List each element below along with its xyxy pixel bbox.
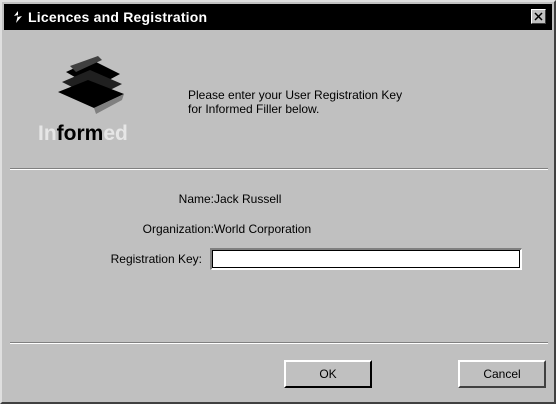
name-value: Jack Russell — [214, 192, 282, 206]
cancel-button[interactable]: Cancel — [458, 360, 546, 388]
title-bar[interactable]: Licences and Registration — [4, 4, 552, 30]
document-stack-icon — [58, 56, 124, 114]
informed-logo: Informed — [36, 52, 146, 152]
window-title: Licences and Registration — [28, 9, 208, 25]
logo-wordmark: Informed — [38, 122, 128, 145]
registration-dialog: Licences and Registration Informed Pleas… — [0, 0, 556, 404]
name-label: Name: — [178, 192, 214, 206]
registration-key-label: Registration Key: — [110, 252, 202, 266]
divider-bottom — [10, 342, 548, 344]
intro-line-2: for Informed Filler below. — [188, 102, 320, 116]
ok-button[interactable]: OK — [284, 360, 372, 388]
intro-line-1: Please enter your User Registration Key — [188, 88, 403, 102]
app-icon — [12, 10, 24, 24]
close-button[interactable] — [531, 9, 546, 24]
organization-value: World Corporation — [214, 222, 312, 236]
divider-top — [10, 168, 548, 170]
organization-label: Organization: — [142, 222, 214, 236]
intro-text: Please enter your User Registration Key … — [188, 88, 402, 116]
registration-key-input[interactable] — [210, 248, 522, 270]
close-icon — [534, 12, 543, 21]
